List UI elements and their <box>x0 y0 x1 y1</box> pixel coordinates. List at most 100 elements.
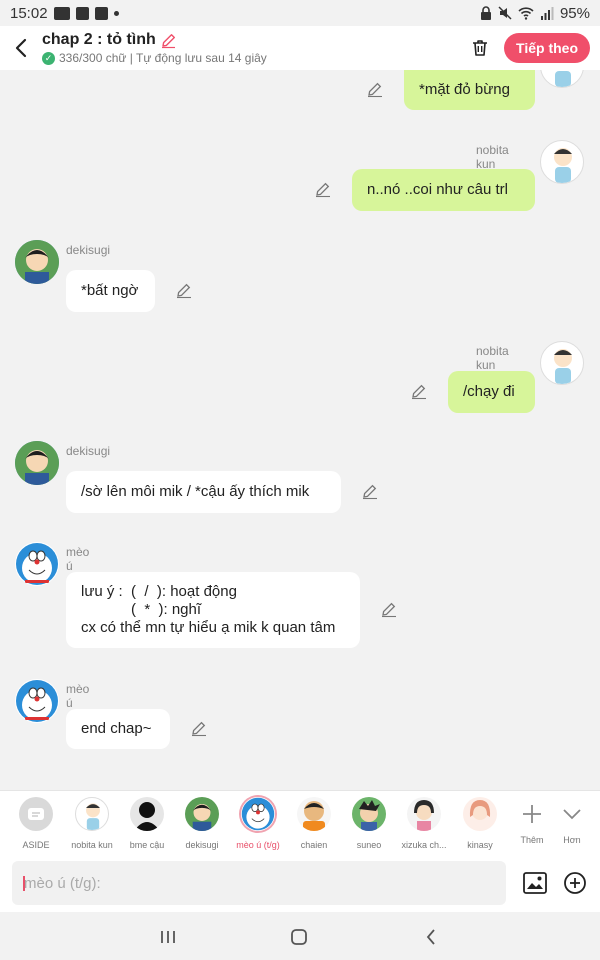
status-time: 15:02 <box>10 4 48 22</box>
edit-message-icon[interactable] <box>314 180 332 198</box>
edit-message-icon[interactable] <box>175 281 193 299</box>
character-bme-cau[interactable]: bme cậu <box>117 797 177 850</box>
character-selector: ASIDE nobita kun bme cậu dekisugi mèo ú … <box>0 790 600 854</box>
nobita-avatar[interactable] <box>540 341 584 385</box>
compose-bar <box>0 854 600 912</box>
chevron-down-icon <box>555 797 589 831</box>
nobita-avatar[interactable] <box>540 70 584 88</box>
message-text: *mặt đỏ bừng <box>419 81 510 98</box>
message-text: n..nó ..coi như câu trl <box>367 181 508 198</box>
back-button[interactable] <box>0 26 42 70</box>
dekisugi-avatar[interactable] <box>15 441 59 485</box>
autosave-status: ✓ 336/300 chữ | Tự động lưu sau 14 giây <box>42 51 460 65</box>
home-button[interactable] <box>289 927 309 947</box>
edit-message-icon[interactable] <box>380 600 398 618</box>
message-text-line: cx có thể mn tự hiểu ạ mik k quan tâm <box>81 619 336 636</box>
status-bar: 15:02 95% <box>0 0 600 26</box>
character-label: nobita kun <box>71 840 113 850</box>
edit-message-icon[interactable] <box>410 382 428 400</box>
message-input[interactable] <box>12 861 506 905</box>
character-label: suneo <box>356 840 382 850</box>
mute-icon <box>498 6 512 20</box>
character-xizuka[interactable]: xizuka ch... <box>394 797 454 850</box>
message-bubble[interactable]: *bất ngờ <box>66 270 155 312</box>
next-button[interactable]: Tiếp theo <box>504 33 590 63</box>
character-meo-u[interactable]: mèo ú (t/g) <box>228 797 288 850</box>
edit-message-icon[interactable] <box>190 719 208 737</box>
message-text-line: lưu ý : ( / ): hoạt động <box>81 583 237 600</box>
doraemon-avatar[interactable] <box>15 542 59 586</box>
message-bubble[interactable]: *mặt đỏ bừng <box>404 70 535 110</box>
chapter-info: chap 2 : tỏ tình ✓ 336/300 chữ | Tự động… <box>42 31 460 65</box>
sender-name: nobita kun <box>476 344 509 372</box>
suneo-avatar <box>352 797 386 831</box>
character-label: xizuka ch... <box>401 840 447 850</box>
zalo-notification-icon <box>53 6 70 20</box>
text-cursor <box>23 876 25 891</box>
character-chaien[interactable]: chaien <box>284 797 344 850</box>
sender-name: nobita kun <box>476 143 509 171</box>
sender-name: dekisugi <box>66 243 111 257</box>
message-bubble[interactable]: /sờ lên môi mik / *cậu ấy thích mik <box>66 471 341 513</box>
chapter-title[interactable]: chap 2 : tỏ tình <box>42 31 460 49</box>
recent-apps-icon <box>161 931 175 943</box>
message-bubble[interactable]: lưu ý : ( / ): hoạt động ( * ): nghĩ cx … <box>66 572 360 648</box>
message-text: /chạy đi <box>463 383 515 400</box>
silhouette-avatar <box>130 797 164 831</box>
character-kinasy[interactable]: kinasy <box>450 797 510 850</box>
gallery-notification-icon <box>75 6 89 20</box>
character-aside[interactable]: ASIDE <box>6 797 66 850</box>
chapter-title-text: chap 2 : tỏ tình <box>42 31 156 48</box>
trash-icon <box>473 40 488 56</box>
editor-header: chap 2 : tỏ tình ✓ 336/300 chữ | Tự động… <box>0 26 600 70</box>
xizuka-avatar <box>407 797 441 831</box>
message-text: *bất ngờ <box>81 282 139 299</box>
more-characters-button[interactable]: Hơn <box>542 797 600 845</box>
message-bubble[interactable]: n..nó ..coi như câu trl <box>352 169 535 211</box>
lock-icon <box>480 6 491 20</box>
character-nobita[interactable]: nobita kun <box>62 797 122 850</box>
image-icon <box>523 872 547 894</box>
nobita-avatar[interactable] <box>540 140 584 184</box>
recent-apps-button[interactable] <box>158 928 178 946</box>
aside-icon <box>19 797 53 831</box>
add-circle-icon <box>564 872 586 894</box>
character-label: bme cậu <box>129 840 165 850</box>
character-label: chaien <box>300 840 328 850</box>
edit-title-icon[interactable] <box>160 32 177 49</box>
check-icon: ✓ <box>42 51 55 65</box>
dekisugi-avatar <box>185 797 219 831</box>
chaien-avatar <box>297 797 331 831</box>
character-label: kinasy <box>467 840 493 850</box>
wifi-icon <box>518 7 534 20</box>
back-nav-icon <box>426 929 435 945</box>
delete-button[interactable] <box>460 26 500 70</box>
sender-name: dekisugi <box>66 444 111 458</box>
character-dekisugi[interactable]: dekisugi <box>172 797 232 850</box>
character-label: mèo ú (t/g) <box>236 840 280 850</box>
message-bubble[interactable]: end chap~ <box>66 709 170 749</box>
insert-image-button[interactable] <box>522 870 548 896</box>
home-icon <box>291 929 307 945</box>
add-content-button[interactable] <box>563 871 587 895</box>
dekisugi-avatar[interactable] <box>15 240 59 284</box>
doraemon-avatar <box>241 797 275 831</box>
message-text: /sờ lên môi mik / *cậu ấy thích mik <box>81 483 310 500</box>
edit-message-icon[interactable] <box>366 80 384 98</box>
nobita-avatar <box>75 797 109 831</box>
message-text: end chap~ <box>81 720 152 737</box>
back-nav-button[interactable] <box>424 927 438 947</box>
back-arrow-icon <box>15 38 27 58</box>
doraemon-avatar[interactable] <box>15 679 59 723</box>
word-count-autosave: 336/300 chữ | Tự động lưu sau 14 giây <box>59 51 267 65</box>
character-suneo[interactable]: suneo <box>339 797 399 850</box>
message-bubble[interactable]: /chạy đi <box>448 371 535 413</box>
edit-message-icon[interactable] <box>361 482 379 500</box>
kinasy-avatar <box>463 797 497 831</box>
chat-area[interactable]: *mặt đỏ bừng nobita kun n..nó ..coi như … <box>0 70 600 790</box>
battery-level: 95% <box>559 4 590 22</box>
signal-icon <box>540 7 554 20</box>
facebook-notification-icon <box>94 6 108 20</box>
message-text-line: ( * ): nghĩ <box>81 601 202 618</box>
character-label: Hơn <box>563 835 581 845</box>
